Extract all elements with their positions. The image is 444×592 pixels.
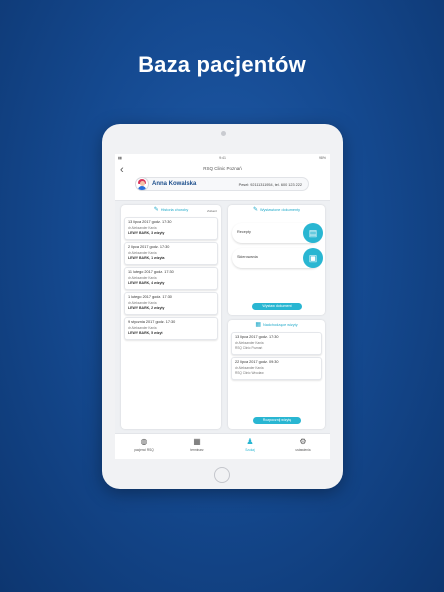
history-visit-card[interactable]: 11 lutego 2017 godz. 17:30 dr Aleksander… bbox=[124, 267, 218, 290]
battery-indicator: 98% bbox=[318, 156, 326, 160]
patient-header[interactable]: Anna Kowalska Pesel: 92111311954, tel. 6… bbox=[135, 177, 309, 191]
app-screen: ▮▮ 9:41 98% ‹ RSQ Clinic Poznań Anna Kow… bbox=[115, 154, 330, 459]
history-panel: ✎ Historia choroby Zobacz 13 lipca 2017 g… bbox=[121, 205, 221, 429]
nav-calendar[interactable]: ▦ terminarz bbox=[172, 437, 222, 457]
gear-icon: ⚙ bbox=[299, 437, 307, 446]
status-time: 9:41 bbox=[219, 156, 226, 160]
history-visit-card[interactable]: 1 lutego 2017 godz. 17:30 dr Aleksander … bbox=[124, 292, 218, 315]
document-icon: ✎ bbox=[252, 207, 258, 213]
patient-contact: Pesel: 92111311954, tel. 600 123 222 bbox=[238, 182, 302, 187]
documents-header: ✎ Wystawione dokumenty bbox=[252, 207, 301, 213]
nav-settings[interactable]: ⚙ ustawienia bbox=[278, 437, 328, 457]
prescriptions-item[interactable]: Recepty ▤ bbox=[232, 223, 323, 243]
patients-icon: ◍ bbox=[140, 437, 148, 446]
referral-icon: ▣ bbox=[303, 248, 323, 268]
status-bar: ▮▮ 9:41 98% bbox=[115, 154, 330, 162]
camera-dot bbox=[221, 131, 226, 136]
bottom-nav: ◍ pacjenci RSQ ▦ terminarz ♟ Szukaj ⚙ us… bbox=[115, 433, 330, 459]
tablet-frame: ▮▮ 9:41 98% ‹ RSQ Clinic Poznań Anna Kow… bbox=[102, 124, 343, 489]
upcoming-visits-panel: ▦ Nadchodzące wizyty 13 lipca 2017 godz. … bbox=[228, 320, 325, 429]
avatar bbox=[135, 177, 149, 191]
headline: Baza pacjentów bbox=[138, 52, 306, 77]
nav-patients[interactable]: ◍ pacjenci RSQ bbox=[119, 437, 169, 457]
clinic-title: RSQ Clinic Poznań bbox=[203, 166, 242, 171]
history-visit-card[interactable]: 13 lipca 2017 godz. 17:30 dr Aleksander … bbox=[124, 217, 218, 240]
start-visit-button[interactable]: Rozpocznij wizytę bbox=[253, 417, 301, 424]
issue-document-button[interactable]: Wystaw dokument bbox=[252, 303, 302, 310]
documents-panel: ✎ Wystawione dokumenty Recepty ▤ Skierowa… bbox=[228, 205, 325, 315]
calendar-icon: ▦ bbox=[193, 437, 201, 446]
top-bar: ‹ RSQ Clinic Poznań Anna Kowalska Pesel:… bbox=[115, 162, 330, 201]
home-button[interactable] bbox=[214, 467, 230, 483]
nav-search[interactable]: ♟ Szukaj bbox=[225, 437, 275, 457]
upcoming-header: ▦ Nadchodzące wizyty bbox=[255, 322, 298, 328]
history-header: ✎ Historia choroby bbox=[153, 207, 189, 213]
calendar-icon: ▦ bbox=[255, 322, 262, 328]
upcoming-visit-card[interactable]: 22 lipca 2017 godz. 09:30 dr Aleksander … bbox=[231, 357, 322, 380]
history-view-link[interactable]: Zobacz bbox=[207, 209, 217, 213]
referrals-item[interactable]: Skierowania ▣ bbox=[232, 248, 323, 268]
upcoming-visit-card[interactable]: 13 lipca 2017 godz. 17:30 dr Aleksander … bbox=[231, 332, 322, 355]
history-visit-card[interactable]: 9 stycznia 2017 godz. 17:30 dr Aleksande… bbox=[124, 317, 218, 340]
history-icon: ✎ bbox=[153, 207, 159, 213]
patient-name: Anna Kowalska bbox=[152, 181, 197, 187]
prescription-icon: ▤ bbox=[303, 223, 323, 243]
person-icon: ♟ bbox=[246, 437, 254, 446]
history-visit-card[interactable]: 2 lipca 2017 godz. 17:30 dr Aleksander K… bbox=[124, 242, 218, 265]
